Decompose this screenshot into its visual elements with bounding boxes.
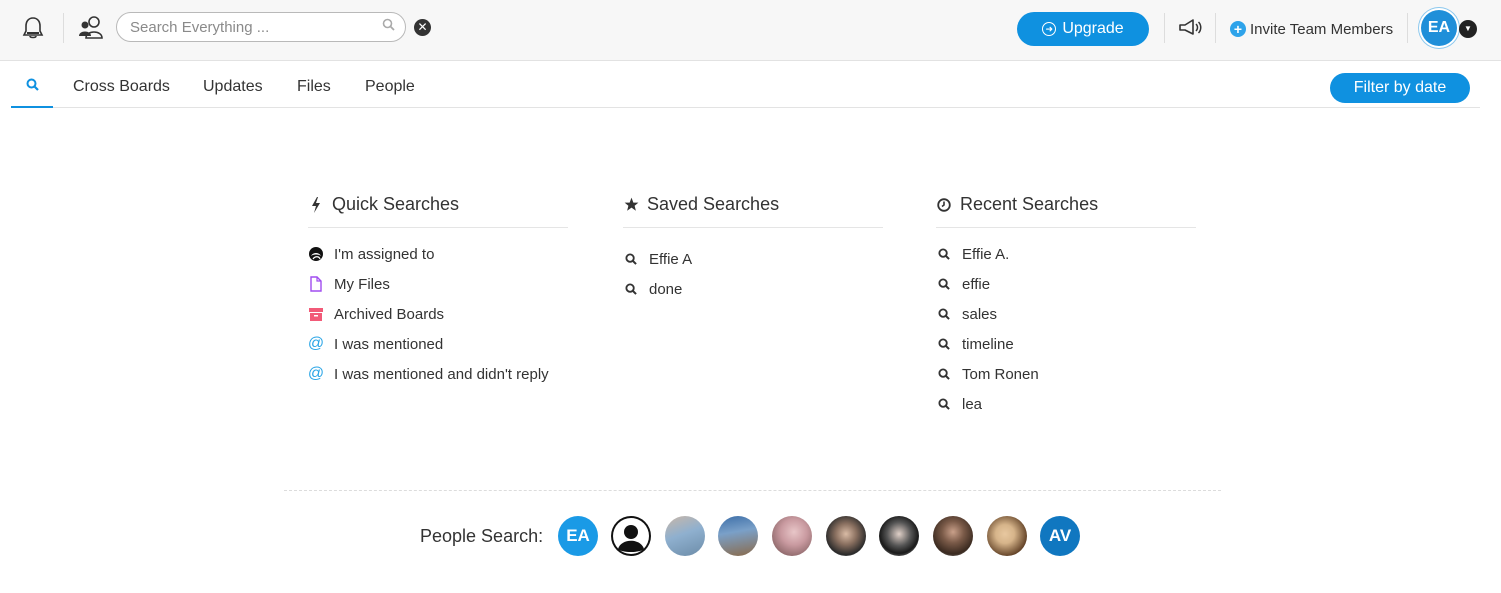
search-icon — [623, 283, 639, 295]
user-avatar[interactable]: EA — [1421, 10, 1457, 46]
default-user-icon — [613, 518, 649, 554]
invite-label: Invite Team Members — [1250, 20, 1394, 38]
tab-files[interactable]: Files — [297, 78, 331, 96]
person-avatar[interactable]: AV — [1040, 516, 1080, 556]
search-icon — [936, 398, 952, 410]
person-avatar-photo[interactable] — [933, 516, 973, 556]
list-item-label: Effie A. — [962, 245, 1010, 263]
search-tabs: Cross Boards Updates Files People — [11, 62, 1480, 108]
saved-searches-panel: Saved Searches Effie A done — [623, 190, 883, 304]
bell-icon[interactable] — [20, 14, 46, 42]
saved-search-item[interactable]: Effie A — [623, 244, 883, 274]
star-icon — [623, 197, 639, 212]
dashed-divider — [284, 490, 1221, 491]
list-item-label: Tom Ronen — [962, 365, 1039, 383]
lightning-icon — [308, 196, 324, 213]
at-icon: @ — [307, 365, 325, 382]
recent-search-item[interactable]: Tom Ronen — [936, 359, 1196, 389]
quick-search-my-files[interactable]: My Files — [308, 269, 568, 299]
search-input[interactable] — [130, 18, 382, 36]
megaphone-icon[interactable] — [1178, 17, 1202, 39]
person-avatar-photo[interactable] — [826, 516, 866, 556]
search-icon — [936, 338, 952, 350]
list-item-label: lea — [962, 395, 983, 413]
person-avatar-photo[interactable] — [879, 516, 919, 556]
assigned-icon — [308, 246, 324, 262]
top-bar: ✕ ➜ Upgrade + Invite Team Members EA ▼ — [0, 0, 1501, 61]
list-item-label: timeline — [962, 335, 1014, 353]
people-search-label: People Search: — [420, 526, 544, 546]
tab-cross-boards[interactable]: Cross Boards — [73, 78, 170, 96]
quick-searches-title: Quick Searches — [332, 194, 460, 214]
recent-searches-panel: Recent Searches Effie A. effie sales tim… — [936, 190, 1196, 419]
list-item-label: My Files — [334, 275, 390, 293]
upgrade-button[interactable]: ➜ Upgrade — [1017, 12, 1149, 46]
list-item-label: sales — [962, 305, 998, 323]
filter-by-date-button[interactable]: Filter by date — [1330, 73, 1470, 103]
at-icon: @ — [307, 335, 325, 352]
list-item-label: I'm assigned to — [334, 245, 435, 263]
invite-team-members-button[interactable]: + Invite Team Members — [1230, 18, 1393, 40]
tab-updates[interactable]: Updates — [203, 78, 263, 96]
plus-icon: + — [1230, 21, 1246, 37]
recent-search-item[interactable]: timeline — [936, 329, 1196, 359]
quick-search-assigned[interactable]: I'm assigned to — [308, 239, 568, 269]
search-icon — [936, 278, 952, 290]
list-item-label: done — [649, 280, 683, 298]
recent-search-item[interactable]: Effie A. — [936, 239, 1196, 269]
list-item-label: effie — [962, 275, 991, 293]
separator — [1164, 13, 1165, 43]
person-avatar-photo[interactable] — [665, 516, 705, 556]
search-icon — [26, 78, 39, 91]
quick-search-mentioned[interactable]: @ I was mentioned — [308, 329, 568, 359]
saved-searches-header: Saved Searches — [623, 190, 883, 228]
recent-search-item[interactable]: sales — [936, 299, 1196, 329]
search-box[interactable] — [116, 12, 406, 42]
person-avatar[interactable] — [611, 516, 651, 556]
person-avatar[interactable]: EA — [558, 516, 598, 556]
quick-searches-panel: Quick Searches I'm assigned to My Files … — [308, 190, 568, 389]
search-icon — [936, 368, 952, 380]
list-item-label: Effie A — [649, 250, 693, 268]
person-avatar-photo[interactable] — [772, 516, 812, 556]
recent-searches-title: Recent Searches — [960, 194, 1099, 214]
separator — [1407, 13, 1408, 43]
tab-search[interactable] — [11, 62, 53, 108]
separator — [63, 13, 64, 43]
upgrade-label: Upgrade — [1062, 20, 1124, 37]
tab-people[interactable]: People — [365, 78, 415, 96]
list-item-label: I was mentioned — [334, 335, 444, 353]
archive-icon — [308, 307, 324, 321]
team-icon[interactable] — [78, 14, 104, 40]
recent-search-item[interactable]: effie — [936, 269, 1196, 299]
chevron-down-icon[interactable]: ▼ — [1459, 20, 1477, 38]
clear-search-icon[interactable]: ✕ — [414, 19, 431, 36]
person-avatar-photo[interactable] — [987, 516, 1027, 556]
recent-search-item[interactable]: lea — [936, 389, 1196, 419]
quick-search-archived-boards[interactable]: Archived Boards — [308, 299, 568, 329]
clock-icon — [936, 197, 952, 212]
search-icon — [623, 253, 639, 265]
quick-searches-header: Quick Searches — [308, 190, 568, 228]
search-icon — [936, 248, 952, 260]
list-item-label: Archived Boards — [334, 305, 445, 323]
separator — [1215, 13, 1216, 43]
saved-searches-title: Saved Searches — [647, 194, 780, 214]
quick-search-mentioned-no-reply[interactable]: @ I was mentioned and didn't reply — [308, 359, 568, 389]
saved-search-item[interactable]: done — [623, 274, 883, 304]
file-icon — [308, 276, 324, 292]
person-avatar-photo[interactable] — [718, 516, 758, 556]
arrow-circle-icon: ➜ — [1042, 22, 1057, 36]
list-item-label: I was mentioned and didn't reply — [334, 365, 549, 383]
recent-searches-header: Recent Searches — [936, 190, 1196, 228]
search-icon — [936, 308, 952, 320]
search-icon — [382, 18, 395, 36]
